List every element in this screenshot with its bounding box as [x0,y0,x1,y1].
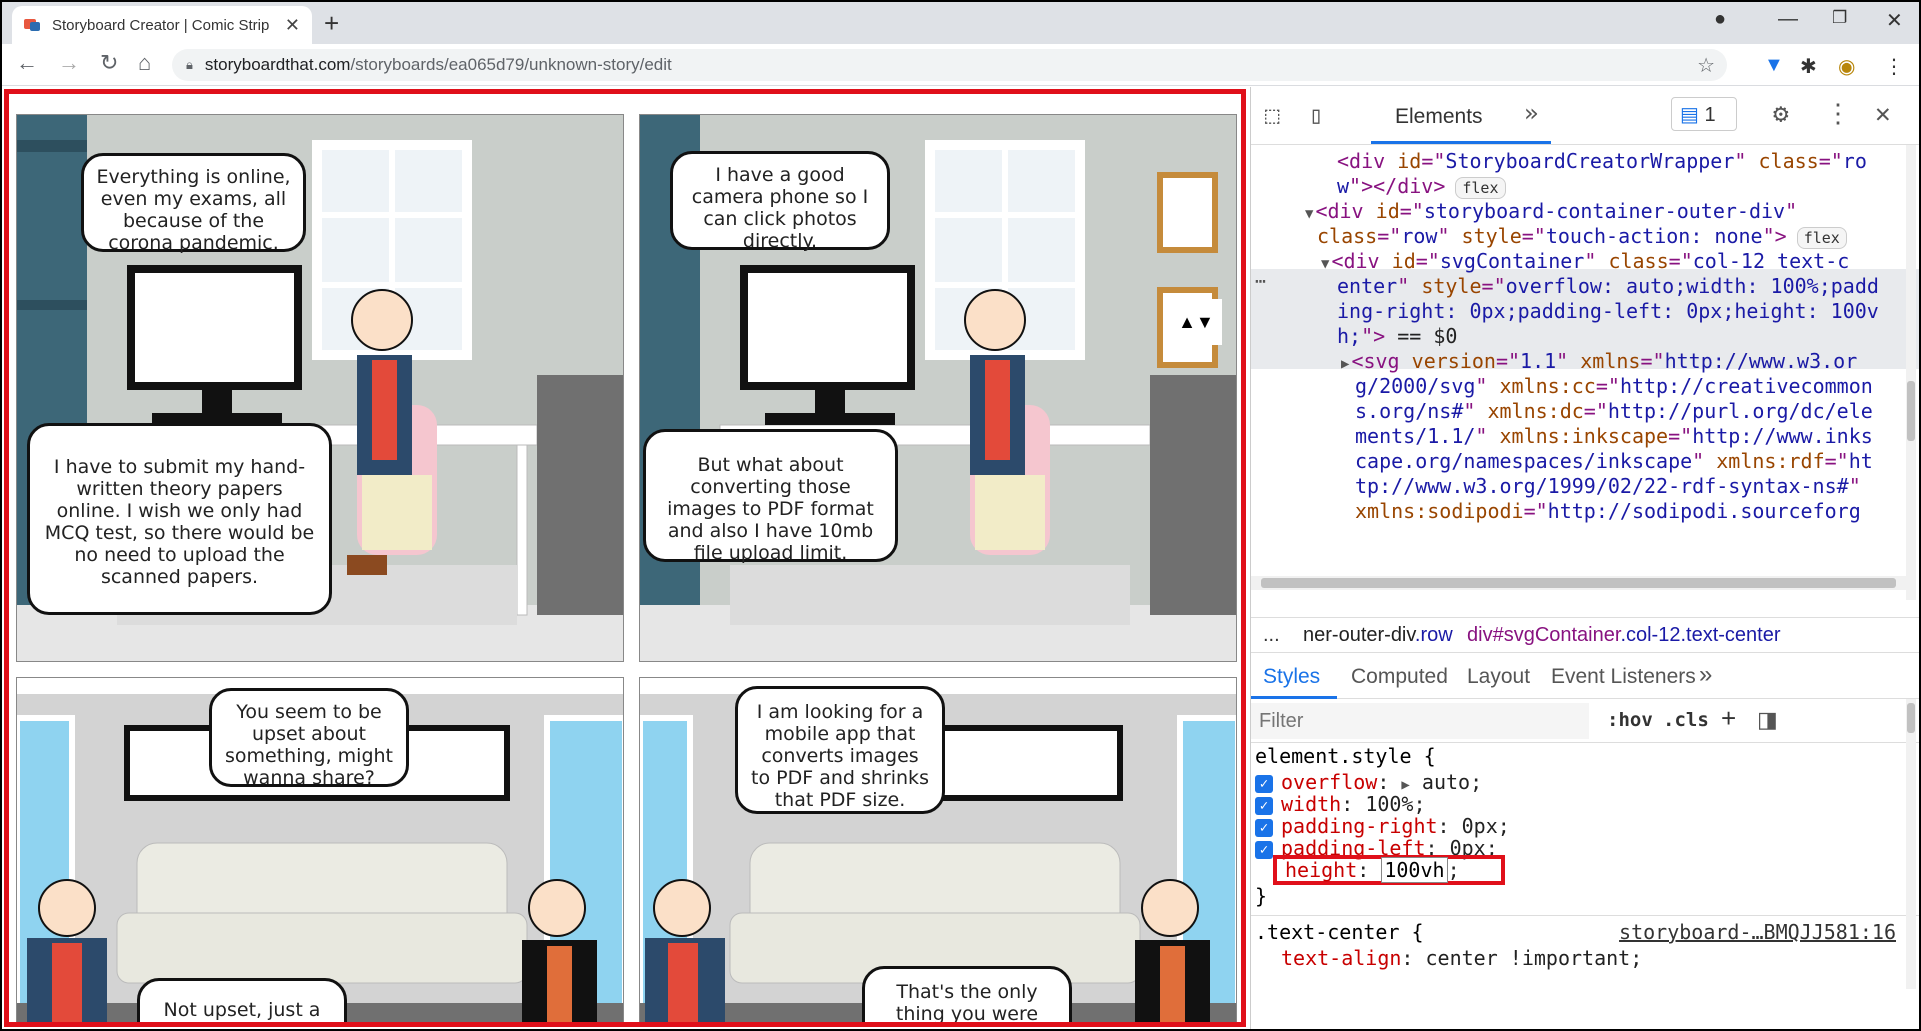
dom-node-line[interactable]: g/2000/svg" xmlns:cc="http://creativecom… [1355,374,1873,399]
css-value-editor[interactable]: 100vh [1381,857,1448,883]
styles-scroll-thumb[interactable] [1907,703,1915,733]
checkbox-icon[interactable]: ✓ [1255,774,1273,793]
dom-node-line[interactable]: w"></div> flex [1337,174,1506,199]
styles-filter-row: :hov .cls + ◨ [1251,699,1919,743]
dom-node-line[interactable]: enter" style="overflow: auto;width: 100%… [1337,274,1879,299]
text-center-selector: .text-center { [1255,920,1424,944]
dom-node-line[interactable]: ing-right: 0px;padding-left: 0px;height:… [1337,299,1879,324]
browser-tab[interactable]: Storyboard Creator | Comic Strip ✕ [12,6,312,44]
extension-icon[interactable]: ▼ [1764,54,1784,77]
cls-toggle[interactable]: .cls [1663,709,1709,731]
breadcrumb-ellipsis[interactable]: ... [1263,624,1280,647]
collapse-arrow-icon[interactable]: ▼ [1321,256,1329,272]
tab-styles[interactable]: Styles [1263,665,1320,689]
tab-strip: Storyboard Creator | Comic Strip ✕ + ● —… [2,2,1919,44]
devtools-menu-icon[interactable]: ⋮ [1825,99,1851,129]
tab-event-listeners[interactable]: Event Listeners [1551,665,1696,689]
styles-pane: element.style { ✓ overflow: ▶ auto; ✓ widt… [1251,699,1919,1029]
avatar[interactable]: ◉ [1838,54,1855,79]
forward-icon[interactable]: → [58,50,80,76]
settings-gear-icon[interactable]: ⚙ [1773,99,1789,129]
close-devtools-icon[interactable]: ✕ [1875,99,1891,129]
more-tabs-icon[interactable]: » [1524,99,1538,127]
breadcrumb: ... ner-outer-div.row div#svgContainer.c… [1251,617,1919,653]
breadcrumb-item-outer-div[interactable]: ner-outer-div.row [1303,624,1453,647]
tab-elements[interactable]: Elements [1395,105,1483,129]
css-prop-height-editing[interactable]: height: 100vh; [1285,857,1460,884]
devtools-toolbar: ⬚ ▯ Elements » ▤ 1 ⚙ ⋮ ✕ [1251,87,1919,145]
dom-node-line[interactable]: cape.org/namespaces/inkscape" xmlns:rdf=… [1355,449,1873,474]
dom-node-line[interactable]: tp://www.w3.org/1999/02/22-rdf-syntax-ns… [1355,474,1861,499]
lock-icon: 🔒︎ [186,57,193,72]
dom-node-line[interactable]: class="row" style="touch-action: none"> f… [1317,224,1847,249]
expand-arrow-icon[interactable]: ▶ [1341,356,1349,372]
more-subtabs-icon[interactable]: » [1699,661,1712,689]
stylesheet-source-link[interactable]: storyboard-…BMQJJ581:16 [1619,919,1896,946]
flex-badge[interactable]: flex [1796,227,1847,249]
minimize-icon[interactable]: — [1778,8,1798,31]
address-bar[interactable]: 🔒︎ storyboardthat.com/storyboards/ea065d… [172,49,1727,81]
highlight-box [4,89,1246,1027]
dom-node-line[interactable]: h;"> == $0 [1337,324,1457,349]
browser-window: Storyboard Creator | Comic Strip ✕ + ● —… [0,0,1921,1031]
hov-toggle[interactable]: :hov [1607,709,1653,731]
tab-layout[interactable]: Layout [1467,665,1530,689]
checkbox-icon[interactable]: ✓ [1255,796,1273,815]
styles-scrollbar[interactable] [1906,699,1916,989]
back-icon[interactable]: ← [16,50,38,76]
close-window-icon[interactable]: ✕ [1886,8,1903,33]
bookmark-star-icon[interactable]: ☆ [1697,53,1715,78]
device-toolbar-icon[interactable]: ▯ [1309,101,1323,129]
issues-icon: ▤ [1680,104,1699,126]
dom-node-line[interactable]: xmlns:sodipodi="http://sodipodi.sourcefo… [1355,499,1861,524]
home-icon[interactable]: ⌂ [138,50,151,76]
issues-button[interactable]: ▤ 1 [1671,97,1737,131]
url-text: storyboardthat.com/storyboards/ea065d79/… [204,55,672,74]
element-style-selector: element.style { [1255,744,1436,768]
storyboard-canvas[interactable]: Everything is online, even my exams, all… [2,87,1248,1029]
dom-hscrollbar[interactable] [1251,576,1906,590]
new-tab-button[interactable]: + [324,8,339,39]
issues-count: 1 [1704,104,1716,126]
dom-node-line[interactable]: ments/1.1/" xmlns:inkscape="http://www.i… [1355,424,1873,449]
dom-hscroll-thumb[interactable] [1261,578,1896,588]
checkbox-icon[interactable]: ✓ [1255,840,1273,859]
dom-node-line[interactable]: <div id="StoryboardCreatorWrapper" class… [1337,149,1867,174]
tab-computed[interactable]: Computed [1351,665,1448,689]
node-actions-ellipsis[interactable]: ⋯ [1255,269,1266,294]
dom-tree[interactable]: ⋯ <div id="StoryboardCreatorWrapper" cla… [1251,145,1919,600]
dom-scrollbar[interactable] [1906,145,1916,600]
restore-icon[interactable]: ❐ [1832,8,1847,28]
dom-scroll-thumb[interactable] [1907,381,1915,441]
rule-close-brace: } [1255,884,1268,908]
dom-node-line[interactable]: ▶ <svg version="1.1" xmlns="http://www.w3… [1341,349,1857,377]
devtools-panel: ⬚ ▯ Elements » ▤ 1 ⚙ ⋮ ✕ ⋯ <div id="Stor… [1250,87,1919,1029]
browser-menu-icon[interactable]: ⋮ [1884,54,1904,79]
extensions-puzzle-icon[interactable]: ✱ [1800,54,1817,79]
collapse-arrow-icon[interactable]: ▼ [1305,206,1313,222]
dom-node-line[interactable]: ▼ <div id="svgContainer" class="col-12 te… [1321,249,1849,277]
rule-divider [1251,915,1919,916]
reload-icon[interactable]: ↻ [100,50,118,76]
dom-node-line[interactable]: ▼ <div id="storyboard-container-outer-div… [1305,199,1797,227]
flex-badge[interactable]: flex [1455,177,1506,199]
new-rule-plus-icon[interactable]: + [1721,703,1736,734]
toggle-sidebar-icon[interactable]: ◨ [1757,707,1778,733]
active-tab-indicator [1371,141,1551,144]
browser-toolbar: ← → ↻ ⌂ 🔒︎ storyboardthat.com/storyboard… [2,44,1919,86]
storyboard-favicon-icon [24,17,42,33]
inspect-element-icon[interactable]: ⬚ [1265,101,1279,129]
profile-menu-icon[interactable]: ● [1714,8,1726,31]
breadcrumb-item-svgcontainer[interactable]: div#svgContainer.col-12.text-center [1467,624,1781,647]
styles-subtabs: Styles Computed Layout Event Listeners » [1251,655,1919,699]
checkbox-icon[interactable]: ✓ [1255,818,1273,837]
styles-filter-input[interactable] [1251,703,1589,739]
dom-node-line[interactable]: s.org/ns#" xmlns:dc="http://purl.org/dc/… [1355,399,1873,424]
close-tab-icon[interactable]: ✕ [285,15,300,36]
tab-title: Storyboard Creator | Comic Strip [52,16,270,34]
css-prop-text-align[interactable]: text-align: center !important; [1281,945,1642,972]
